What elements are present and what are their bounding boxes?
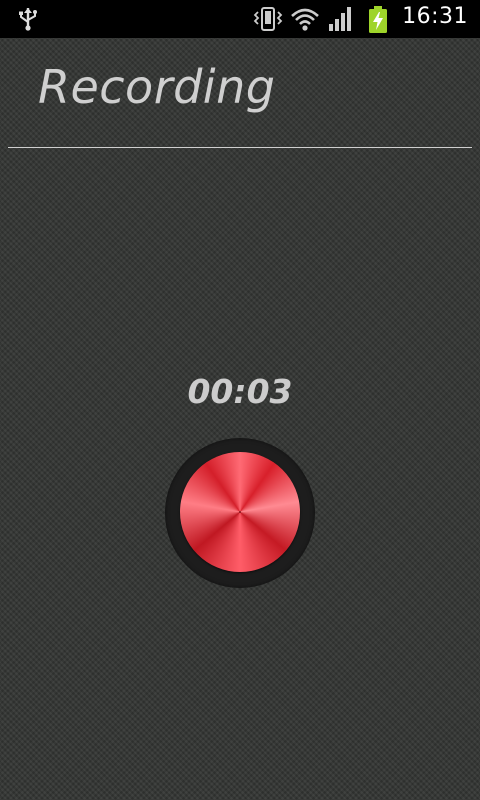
record-button-center — [239, 511, 241, 513]
usb-icon — [19, 8, 37, 31]
header-divider — [8, 147, 472, 148]
recording-screen: 16:31 Recording 00:03 — [0, 0, 480, 800]
page-title: Recording — [38, 60, 276, 114]
elapsed-timer: 00:03 — [187, 372, 293, 411]
record-button-ring — [165, 438, 315, 588]
battery-charging-icon — [369, 6, 387, 33]
record-button[interactable] — [180, 452, 300, 572]
wifi-icon — [291, 8, 319, 31]
status-clock: 16:31 — [402, 4, 468, 29]
status-bar: 16:31 — [0, 0, 480, 38]
vibrate-icon — [253, 7, 283, 31]
signal-icon — [329, 7, 351, 31]
